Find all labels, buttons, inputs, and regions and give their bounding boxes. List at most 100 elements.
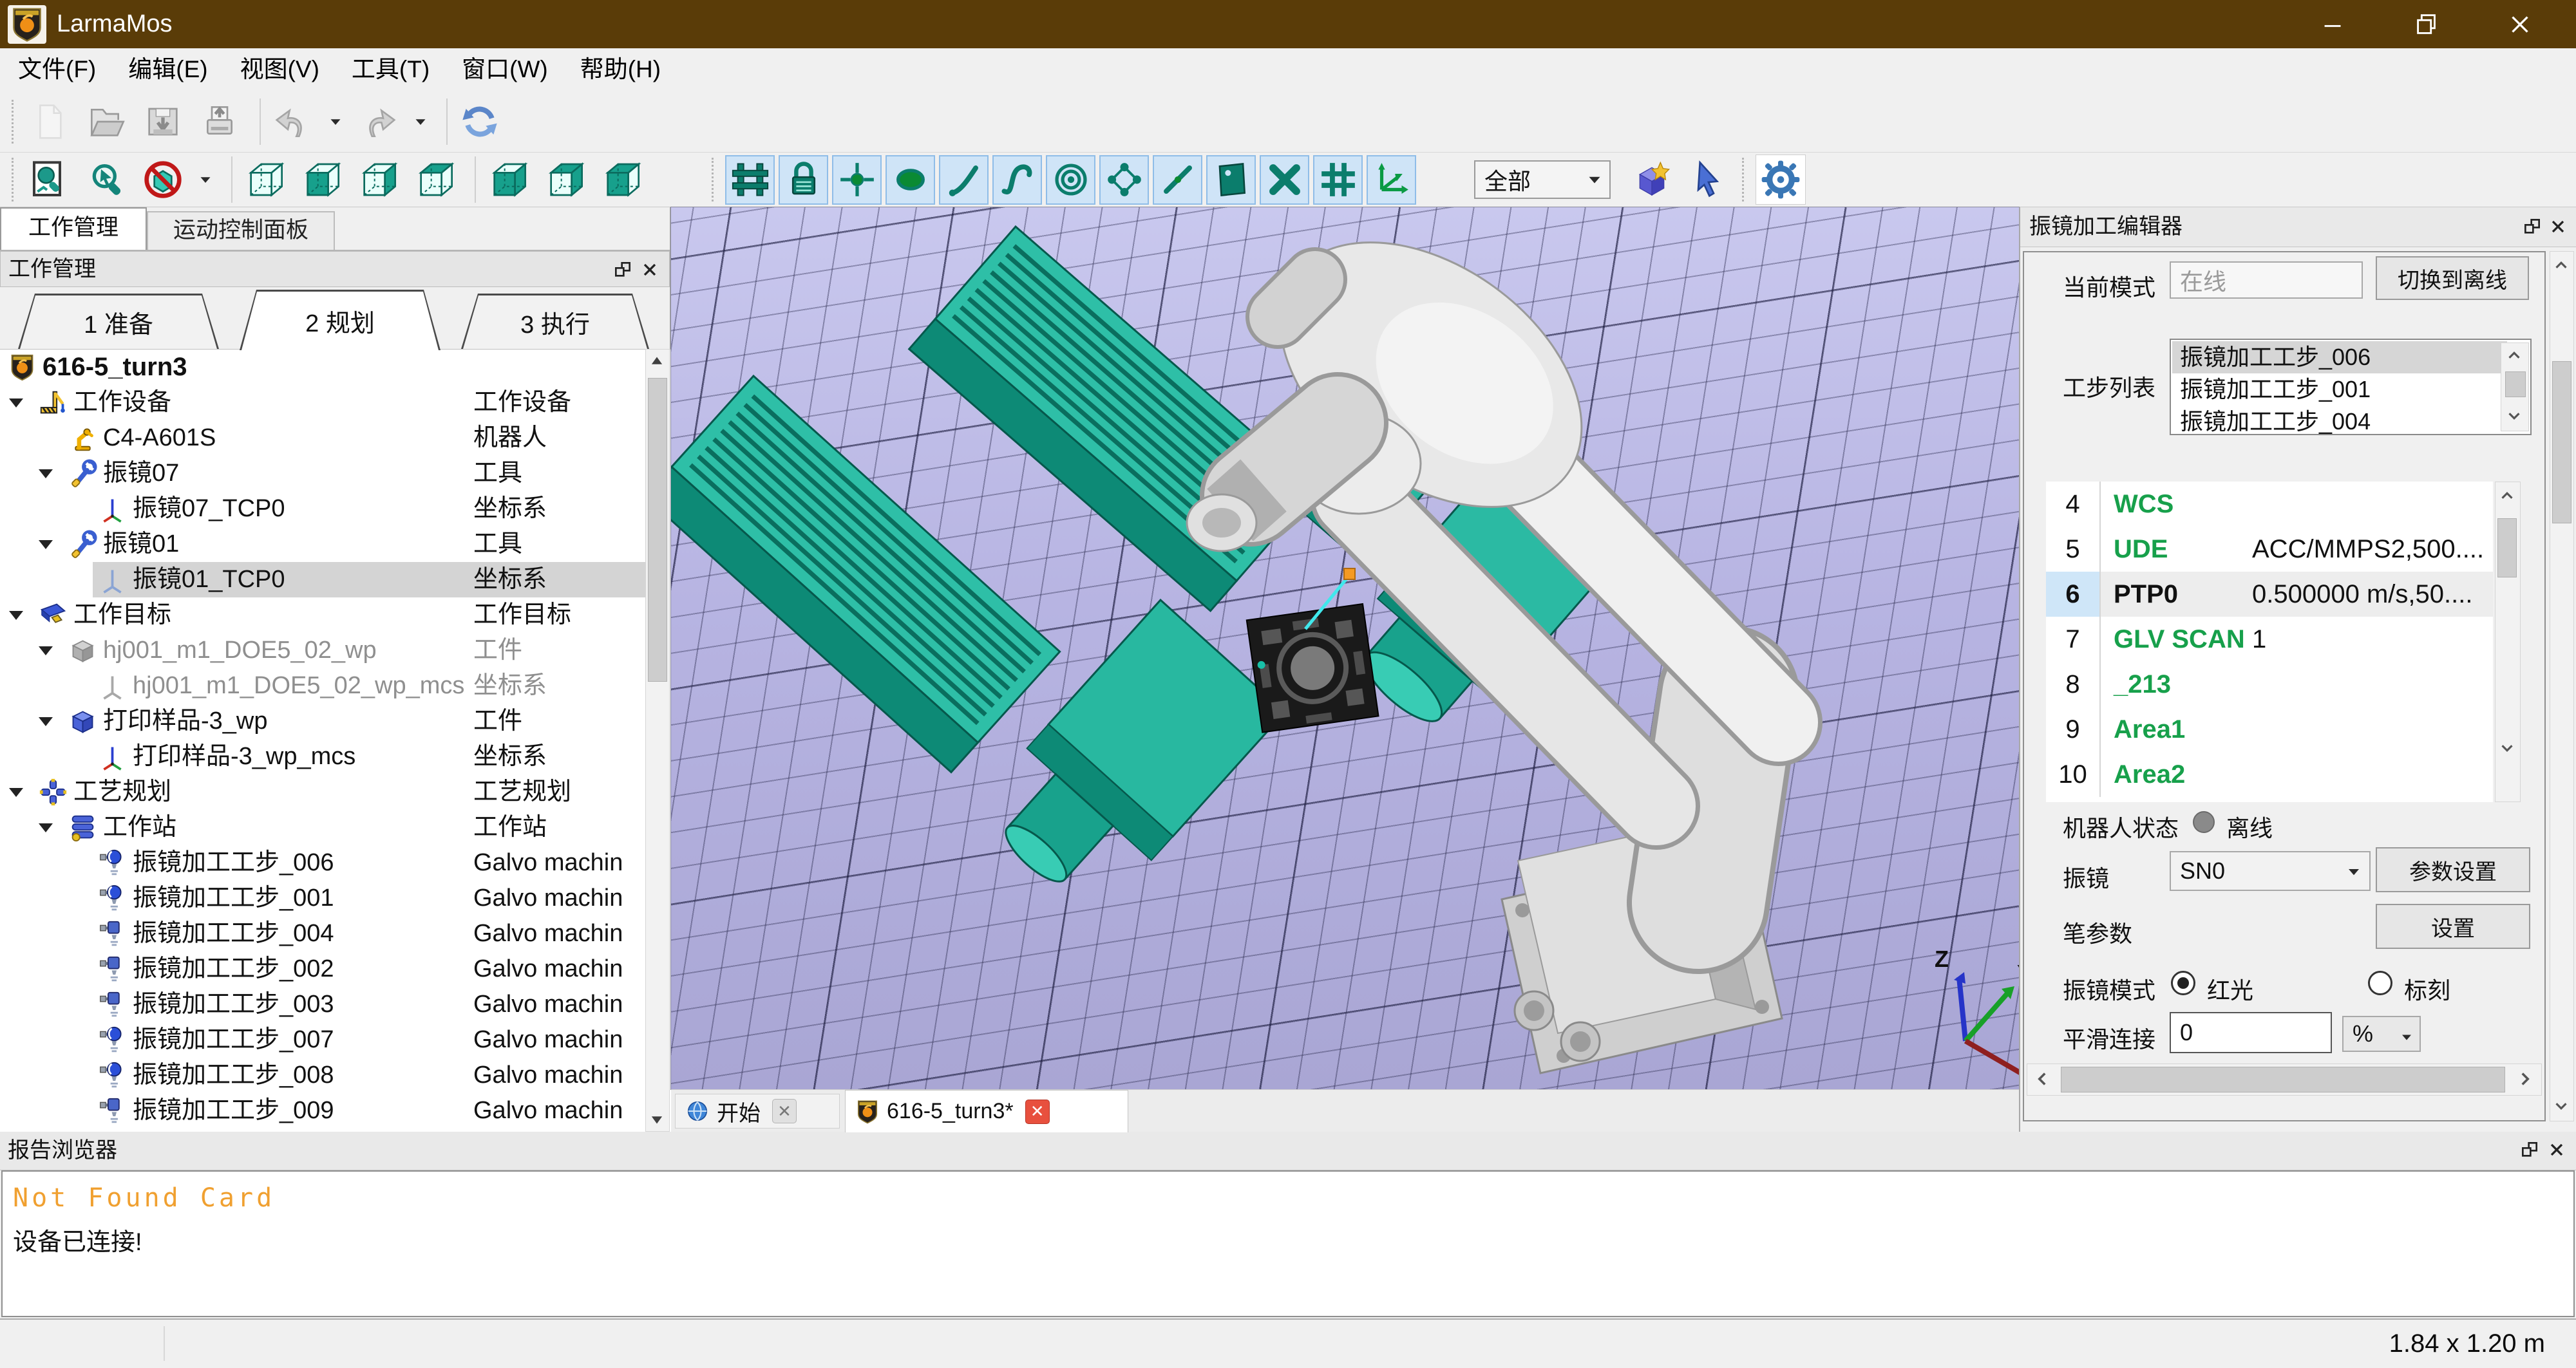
smooth-unit-select[interactable]: % — [2342, 1016, 2421, 1052]
program-scrollbar-thumb[interactable] — [2497, 518, 2517, 577]
step-list-item[interactable]: 振镜加工工步_006 — [2172, 341, 2507, 373]
panel-hscrollbar-thumb[interactable] — [2061, 1067, 2505, 1092]
snap-line-button[interactable] — [1153, 155, 1202, 205]
scroll-up-icon[interactable] — [2552, 254, 2571, 276]
param-settings-button[interactable]: 参数设置 — [2376, 847, 2530, 892]
zoom-fit-button[interactable] — [25, 155, 74, 204]
display-filter-select[interactable]: 全部 — [1474, 160, 1611, 199]
program-row[interactable]: 5 UDE ACC/MMPS2,500.... — [2046, 527, 2493, 572]
menu-item-0[interactable]: 文件(F) — [4, 48, 110, 91]
tree-row[interactable]: 工作目标工作目标 — [0, 597, 645, 633]
tree-row[interactable]: 振镜加工工步_008Galvo machin — [0, 1058, 645, 1093]
tree-row[interactable]: 振镜加工工步_003Galvo machin — [0, 987, 645, 1022]
panel-close-icon[interactable] — [639, 259, 660, 280]
tree-row[interactable]: 振镜加工工步_002Galvo machin — [0, 951, 645, 987]
caret-down-button[interactable] — [325, 97, 346, 146]
refresh-button[interactable] — [455, 97, 504, 146]
program-row[interactable]: 10 Area2 — [2046, 752, 2493, 797]
program-row[interactable]: 6 PTP0 0.500000 m/s,50.... — [2046, 572, 2493, 617]
galvo-select[interactable]: SN0 — [2170, 851, 2371, 891]
tree-row[interactable]: 616-5_turn3 — [0, 350, 645, 385]
snap-lock-button[interactable] — [779, 155, 828, 205]
restore-button[interactable] — [2381, 0, 2472, 48]
snap-grid-button[interactable] — [725, 155, 775, 205]
scroll-down-icon[interactable] — [647, 1108, 667, 1130]
view-back-button[interactable] — [354, 155, 402, 204]
radio-red-light[interactable] — [2171, 971, 2195, 995]
zoom-select-button[interactable] — [82, 155, 131, 204]
panel-scrollbar-thumb[interactable] — [2552, 361, 2571, 523]
scroll-up-icon[interactable] — [2497, 485, 2517, 507]
steplist-scrollbar-thumb[interactable] — [2505, 371, 2526, 397]
stage-tab-execute[interactable]: 3 执行 — [461, 294, 649, 349]
menu-item-1[interactable]: 编辑(E) — [114, 48, 222, 91]
tab-close-icon[interactable]: ✕ — [772, 1099, 797, 1123]
view-right-button[interactable] — [597, 155, 646, 204]
snap-vertex-button[interactable] — [1099, 155, 1149, 205]
pen-settings-button[interactable]: 设置 — [2376, 904, 2530, 949]
tree-row[interactable]: 振镜01工具 — [0, 527, 645, 562]
step-listbox[interactable]: 振镜加工工步_006振镜加工工步_001振镜加工工步_004 — [2170, 339, 2532, 435]
program-scrollbar[interactable] — [2495, 482, 2521, 802]
save-button[interactable] — [138, 97, 187, 146]
menu-item-2[interactable]: 视图(V) — [226, 48, 334, 91]
menu-item-5[interactable]: 帮助(H) — [566, 48, 675, 91]
chevron-down-icon[interactable] — [9, 788, 23, 797]
smooth-connect-input[interactable]: 0 — [2170, 1012, 2332, 1053]
step-list-item[interactable]: 振镜加工工步_004 — [2172, 406, 2507, 435]
tab-motion-control[interactable]: 运动控制面板 — [147, 211, 335, 250]
scroll-down-icon[interactable] — [2497, 737, 2517, 759]
undo-button[interactable] — [269, 97, 317, 146]
chevron-down-icon[interactable] — [39, 717, 53, 726]
stage-tab-prepare[interactable]: 1 准备 — [18, 294, 219, 349]
program-row[interactable]: 4 WCS — [2046, 482, 2493, 527]
tree-row[interactable]: 振镜加工工步_004Galvo machin — [0, 916, 645, 951]
float-icon[interactable] — [612, 259, 633, 280]
tab-work-manager[interactable]: 工作管理 — [0, 207, 147, 250]
scroll-down-icon[interactable] — [2552, 1095, 2571, 1117]
chevron-down-icon[interactable] — [9, 398, 23, 408]
tree-scrollbar-thumb[interactable] — [648, 378, 667, 682]
program-table[interactable]: 4 WCS 5 UDE ACC/MMPS2,500.... 6 PTP0 0.5… — [2046, 482, 2493, 802]
gear-button[interactable] — [1756, 155, 1806, 205]
tree-row[interactable]: 振镜加工工步_001Galvo machin — [0, 881, 645, 916]
panel-scrollbar[interactable] — [2550, 251, 2574, 1121]
tree-row[interactable]: 振镜加工工步_007Galvo machin — [0, 1022, 645, 1058]
switch-offline-button[interactable]: 切换到离线 — [2376, 256, 2529, 300]
view-front-button[interactable] — [297, 155, 346, 204]
tree-row[interactable]: 工作站工作站 — [0, 810, 645, 845]
tree-row[interactable]: 振镜07工具 — [0, 456, 645, 491]
snap-curve-button[interactable] — [992, 155, 1042, 205]
view-bottom-button[interactable] — [484, 155, 533, 204]
chevron-down-icon[interactable] — [39, 469, 53, 478]
chevron-down-icon[interactable] — [39, 823, 53, 832]
scroll-down-icon[interactable] — [2505, 405, 2524, 427]
new-file-button[interactable] — [25, 97, 74, 146]
tree-scrollbar[interactable] — [645, 349, 670, 1132]
program-row[interactable]: 9 Area1 — [2046, 707, 2493, 752]
caret-down-button[interactable] — [195, 155, 216, 204]
tree-row[interactable]: 工艺规划工艺规划 — [0, 774, 645, 810]
tree-row[interactable]: 振镜07_TCP0坐标系 — [0, 491, 645, 527]
scroll-right-icon[interactable] — [2514, 1068, 2536, 1090]
snap-plane-button[interactable] — [1206, 155, 1256, 205]
panel-hscrollbar[interactable] — [2027, 1063, 2542, 1096]
scroll-up-icon[interactable] — [2505, 344, 2524, 366]
doc-tab-start[interactable]: 开始 ✕ — [675, 1094, 840, 1129]
snap-point-button[interactable] — [832, 155, 882, 205]
clip-off-button[interactable] — [138, 155, 187, 204]
tree-row[interactable]: 打印样品-3_wp_mcs坐标系 — [0, 739, 645, 774]
menu-item-4[interactable]: 窗口(W) — [448, 48, 562, 91]
snap-edge-button[interactable] — [939, 155, 989, 205]
close-button[interactable] — [2474, 0, 2566, 48]
snap-center-button[interactable] — [1046, 155, 1095, 205]
chevron-down-icon[interactable] — [39, 646, 53, 655]
doc-tab-project[interactable]: 616-5_turn3* ✕ — [845, 1090, 1128, 1132]
radio-marking[interactable] — [2368, 971, 2392, 995]
steplist-scrollbar[interactable] — [2501, 342, 2529, 431]
open-folder-button[interactable] — [82, 97, 131, 146]
step-list-item[interactable]: 振镜加工工步_001 — [2172, 373, 2507, 406]
snap-cross-button[interactable] — [1260, 155, 1309, 205]
snap-face-button[interactable] — [886, 155, 935, 205]
tree-row[interactable]: 振镜加工工步_006Galvo machin — [0, 845, 645, 881]
